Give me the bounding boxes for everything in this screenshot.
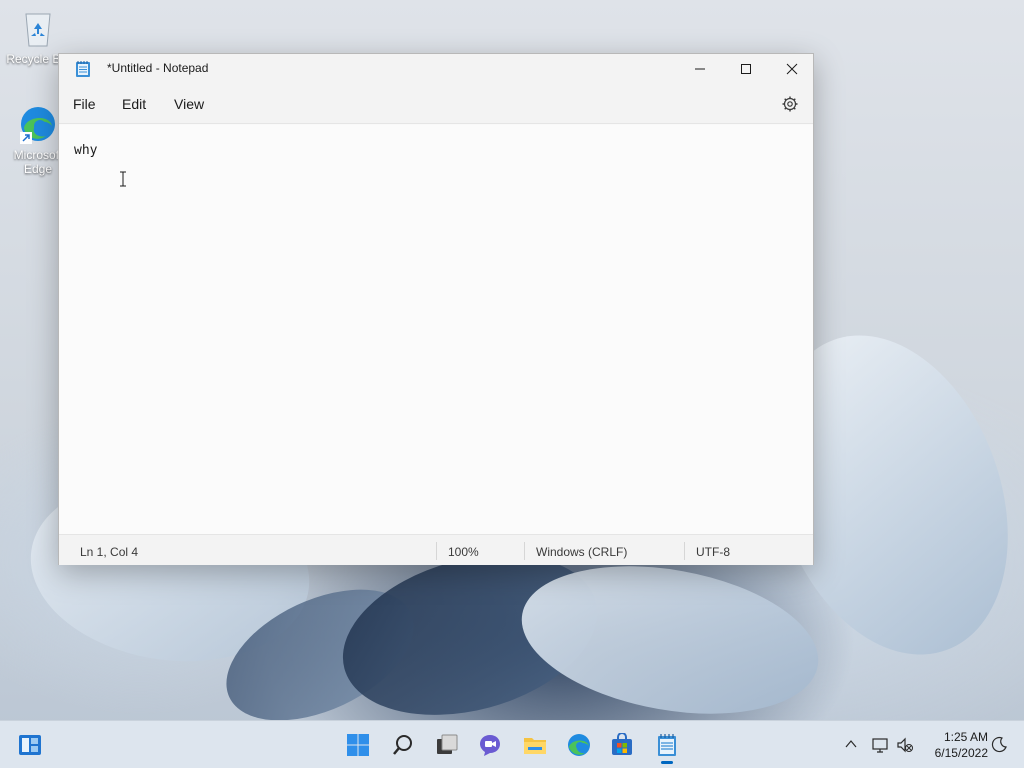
clock-time: 1:25 AM (943, 730, 988, 744)
edge-icon (18, 104, 58, 144)
text-editor[interactable]: why (59, 125, 813, 534)
status-encoding: UTF-8 (696, 545, 730, 559)
clock[interactable]: 1:25 AM 6/15/2022 (918, 729, 988, 761)
minimize-icon (695, 68, 705, 70)
status-divider (684, 542, 685, 560)
notepad-icon[interactable] (655, 733, 679, 764)
window-title: *Untitled - Notepad (107, 61, 209, 75)
start-icon[interactable] (346, 733, 370, 757)
file-explorer-icon[interactable] (523, 733, 547, 757)
status-divider (436, 542, 437, 560)
close-button[interactable] (769, 54, 815, 84)
notepad-window: *Untitled - Notepad File Edit View why L (58, 53, 814, 565)
status-cursor-position: Ln 1, Col 4 (80, 545, 139, 559)
menu-edit[interactable]: Edit (122, 96, 146, 112)
volume-muted-icon[interactable] (896, 736, 914, 754)
notification-icon[interactable] (990, 736, 1008, 754)
task-view-icon[interactable] (435, 733, 459, 757)
settings-gear-icon[interactable] (781, 95, 799, 113)
widgets-icon[interactable] (18, 733, 42, 757)
maximize-icon (741, 64, 751, 74)
close-icon (786, 63, 798, 75)
wallpaper-swirl (510, 545, 830, 735)
status-line-ending: Windows (CRLF) (536, 545, 628, 559)
menu-bar: File Edit View (59, 84, 813, 124)
status-divider (524, 542, 525, 560)
status-zoom: 100% (448, 545, 479, 559)
clock-date: 6/15/2022 (934, 746, 988, 760)
status-bar: Ln 1, Col 4 100% Windows (CRLF) UTF-8 (59, 534, 813, 565)
chevron-up-icon[interactable] (844, 737, 858, 751)
recycle-bin-icon (18, 8, 58, 48)
search-icon[interactable] (391, 733, 415, 757)
minimize-button[interactable] (677, 54, 723, 84)
menu-view[interactable]: View (174, 96, 204, 112)
menu-file[interactable]: File (73, 96, 96, 112)
editor-content: why (74, 143, 98, 158)
title-bar[interactable]: *Untitled - Notepad (59, 54, 813, 84)
store-icon[interactable] (610, 732, 634, 757)
edge-icon[interactable] (567, 733, 591, 757)
maximize-button[interactable] (723, 54, 769, 84)
chat-icon[interactable] (478, 733, 502, 757)
taskbar: 1:25 AM 6/15/2022 (0, 720, 1024, 768)
network-icon[interactable] (871, 736, 889, 754)
notepad-icon (75, 60, 91, 78)
text-cursor-icon (119, 171, 127, 187)
active-app-indicator (661, 761, 673, 764)
